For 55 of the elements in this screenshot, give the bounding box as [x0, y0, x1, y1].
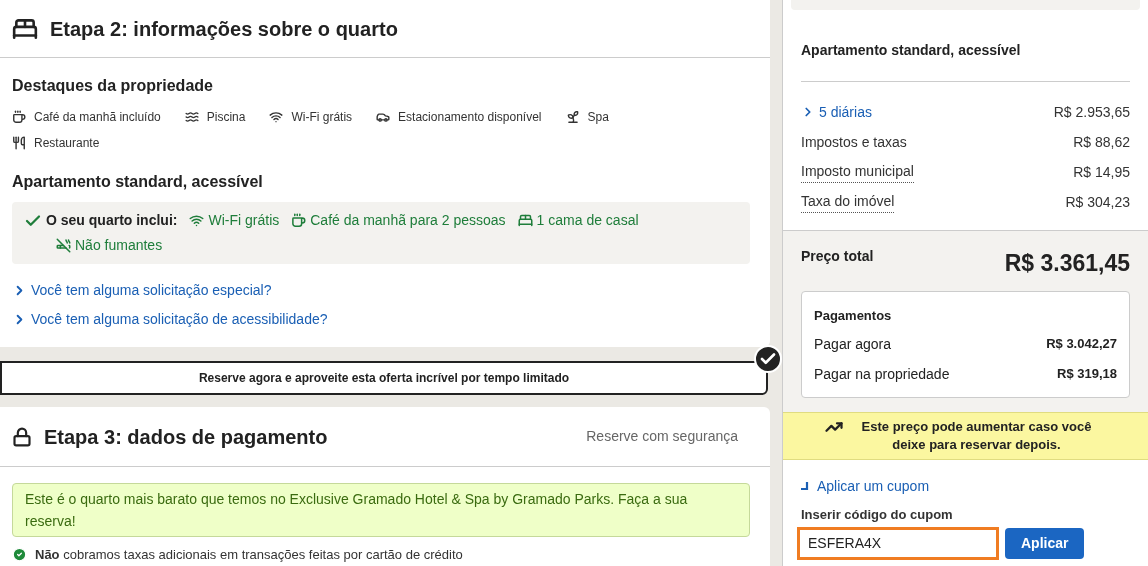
fee-amount: R$ 88,62	[1073, 132, 1130, 152]
amenity-label: Café da manhã incluído	[34, 109, 161, 126]
car-icon	[376, 110, 391, 124]
includes-label: O seu quarto inclui:	[46, 211, 178, 230]
total-label: Preço total	[801, 247, 874, 266]
request-link[interactable]: Você tem alguma solicitação de acessibilidade?	[12, 309, 328, 330]
included-item: Café da manhã para 2 pessoas	[310, 211, 506, 230]
cup-icon	[12, 110, 26, 124]
request-link[interactable]: Você tem alguma solicitação especial?	[12, 280, 272, 301]
check-circle-icon	[12, 547, 27, 563]
wifi-icon	[269, 110, 284, 124]
apply-button[interactable]: Aplicar	[1005, 527, 1085, 559]
total-amount: R$ 3.361,45	[1004, 249, 1130, 278]
room-title: Apartamento standard, acessível	[12, 172, 264, 192]
corner-icon	[801, 482, 809, 491]
included-item: Não fumantes	[75, 236, 163, 255]
amenity-label: Piscina	[206, 109, 246, 126]
bed-icon	[517, 213, 533, 228]
payments-title: Pagamentos	[814, 306, 893, 325]
field-label: Inserir código do cupom	[801, 506, 954, 524]
amenity-label: Restaurante	[34, 135, 100, 152]
lock-icon	[12, 426, 32, 447]
payment-amount: R$ 319,18	[1057, 365, 1117, 383]
amenity-label: Wi-Fi grátis	[291, 109, 353, 126]
section-heading: Destaques da propriedade	[12, 76, 214, 96]
waves-icon	[184, 110, 199, 124]
coupon-toggle[interactable]: Aplicar um cupom	[801, 476, 930, 497]
amenity-label: Spa	[587, 109, 609, 126]
payment-amount: R$ 3.042,27	[1046, 335, 1117, 353]
payment-label: Pagar na propriedade	[814, 365, 950, 384]
fee-amount: R$ 2.953,65	[1053, 102, 1130, 122]
fee-amount: R$ 304,23	[1065, 192, 1130, 212]
room-title: Apartamento standard, acessível	[801, 41, 1022, 60]
fee-label[interactable]: Imposto municipal	[801, 161, 914, 183]
payment-label: Pagar agora	[814, 335, 892, 354]
fee-label: Impostos e taxas	[801, 132, 907, 152]
cup-icon	[291, 213, 307, 228]
info-alert: Este é o quarto mais barato que temos no Exclusive Gramado Hotel & Spa by Gramado Parks. Faça a sua reserva!	[12, 483, 750, 537]
leaf-icon	[565, 110, 580, 124]
coupon-field[interactable]: ESFERA4X	[797, 526, 999, 560]
alert-text: Este preço pode aumentar caso você deixe para reservar depois.	[860, 418, 1093, 454]
section-title: Etapa 2: informações sobre o quarto	[50, 16, 398, 42]
amenity-label: Estacionamento disponível	[398, 109, 542, 126]
secure-label: Reserve com segurança	[586, 427, 738, 446]
fee-amount: R$ 14,95	[1073, 162, 1130, 182]
utensils-icon	[12, 136, 26, 150]
included-item: Wi-Fi grátis	[208, 211, 280, 230]
banner-text: Reserve agora e aproveite esta oferta incrível por tempo limitado	[198, 370, 570, 387]
section-title: Etapa 3: dados de pagamento	[44, 424, 328, 450]
included-item: 1 cama de casal	[536, 211, 639, 230]
nights-link[interactable]: 5 diárias	[801, 101, 872, 123]
fee-label[interactable]: Taxa do imóvel	[801, 191, 895, 213]
no-smoking-icon	[56, 238, 71, 253]
wifi-icon	[189, 213, 205, 228]
note-text: Não cobramos taxas adicionais em transações feitas por cartão de crédito	[35, 546, 463, 564]
